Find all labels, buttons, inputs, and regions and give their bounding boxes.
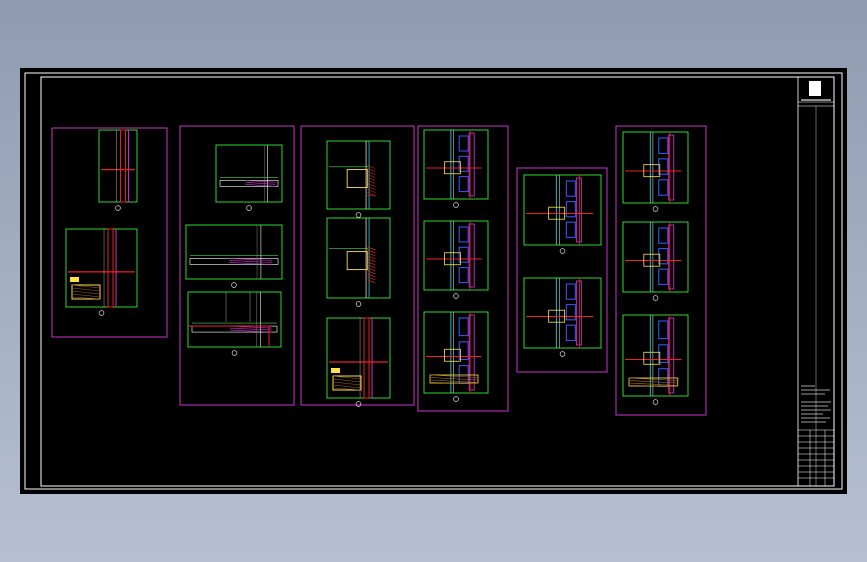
cad-viewport[interactable] — [20, 68, 847, 494]
detail-reference-marker — [355, 401, 362, 407]
slab-section — [191, 325, 278, 333]
detail-frame — [215, 144, 283, 203]
insulation-layer — [575, 177, 582, 243]
wall-section — [363, 317, 370, 399]
detail-group-1 — [51, 127, 168, 338]
detail-group-4 — [417, 125, 509, 412]
detail-reference-marker — [453, 293, 459, 299]
sheet-inner-frame — [40, 76, 835, 487]
wall-panel — [458, 317, 469, 337]
footing-block — [332, 375, 362, 391]
detail-frame — [65, 228, 138, 308]
detail-section-4-3 — [423, 311, 489, 402]
detail-section-2-3 — [187, 291, 282, 356]
wall-section — [120, 129, 127, 203]
wall-panel — [658, 368, 669, 387]
detail-reference-marker — [453, 396, 459, 402]
detail-section-2-1 — [215, 144, 283, 211]
company-logo — [809, 81, 821, 96]
slab-section — [219, 179, 279, 187]
wall-section — [107, 228, 114, 308]
wall-panel — [565, 283, 576, 300]
wall-panel — [565, 180, 576, 197]
detail-frame — [185, 224, 283, 280]
wall-panel — [658, 227, 669, 244]
slab-section — [189, 258, 279, 265]
detail-reference-marker — [355, 301, 362, 307]
insulation-layer — [575, 280, 582, 346]
annotation-tag — [331, 368, 340, 373]
detail-frame — [622, 221, 689, 293]
detail-reference-marker — [246, 205, 252, 211]
detail-section-3-3 — [326, 317, 391, 407]
detail-reference-marker — [652, 295, 659, 301]
detail-reference-marker — [231, 350, 238, 356]
detail-section-6-3 — [622, 314, 689, 405]
wall-panel — [458, 176, 469, 193]
detail-frame — [98, 129, 138, 203]
detail-frame — [523, 174, 602, 246]
detail-section-4-1 — [423, 129, 489, 208]
detail-section-1-2 — [65, 228, 138, 316]
detail-reference-marker — [231, 282, 237, 288]
detail-section-3-2 — [326, 217, 391, 307]
detail-frame — [622, 131, 689, 204]
detail-frame — [326, 140, 391, 210]
beam-section — [346, 169, 368, 189]
detail-frame — [187, 291, 282, 348]
detail-section-5-2 — [523, 277, 602, 357]
detail-groups — [51, 125, 707, 416]
detail-section-6-2 — [622, 221, 689, 301]
bracket-section — [444, 348, 461, 362]
detail-reference-marker — [652, 399, 659, 405]
wall-panel — [458, 267, 469, 284]
detail-reference-marker — [559, 351, 566, 357]
detail-section-3-1 — [326, 140, 391, 218]
detail-group-5 — [516, 167, 608, 373]
wall-panel — [565, 201, 576, 218]
detail-reference-marker — [115, 205, 121, 211]
detail-frame — [423, 129, 489, 200]
wall-panel — [458, 365, 469, 384]
detail-frame — [326, 317, 391, 399]
footing-block — [71, 284, 101, 300]
wall-panel — [658, 179, 669, 196]
detail-reference-marker — [453, 202, 459, 208]
title-block — [797, 76, 835, 487]
annotation-tag — [70, 277, 79, 282]
detail-reference-marker — [559, 248, 566, 254]
detail-group-3 — [300, 125, 415, 406]
wall-panel — [565, 221, 576, 238]
detail-group-2 — [179, 125, 295, 406]
detail-frame — [622, 314, 689, 397]
detail-section-4-2 — [423, 220, 489, 299]
detail-reference-marker — [355, 212, 362, 218]
wall-panel — [658, 320, 669, 340]
bracket-section — [643, 351, 661, 365]
detail-reference-marker — [98, 310, 105, 316]
detail-section-2-2 — [185, 224, 283, 288]
beam-section — [346, 251, 368, 271]
cad-drawing-sheet — [24, 72, 843, 490]
detail-group-6 — [615, 125, 707, 416]
detail-frame — [423, 220, 489, 291]
detail-section-6-1 — [622, 131, 689, 212]
detail-section-1-1 — [98, 129, 138, 211]
detail-reference-marker — [652, 206, 659, 212]
detail-frame — [523, 277, 602, 349]
wall-panel — [565, 324, 576, 341]
detail-section-5-1 — [523, 174, 602, 254]
detail-sections — [65, 129, 689, 407]
detail-frame — [326, 217, 391, 299]
sheet-outer-frame — [24, 72, 843, 490]
wall-panel — [565, 304, 576, 321]
wall-panel — [658, 137, 669, 154]
wall-panel — [458, 135, 469, 152]
wall-panel — [458, 226, 469, 243]
wall-panel — [658, 268, 669, 285]
